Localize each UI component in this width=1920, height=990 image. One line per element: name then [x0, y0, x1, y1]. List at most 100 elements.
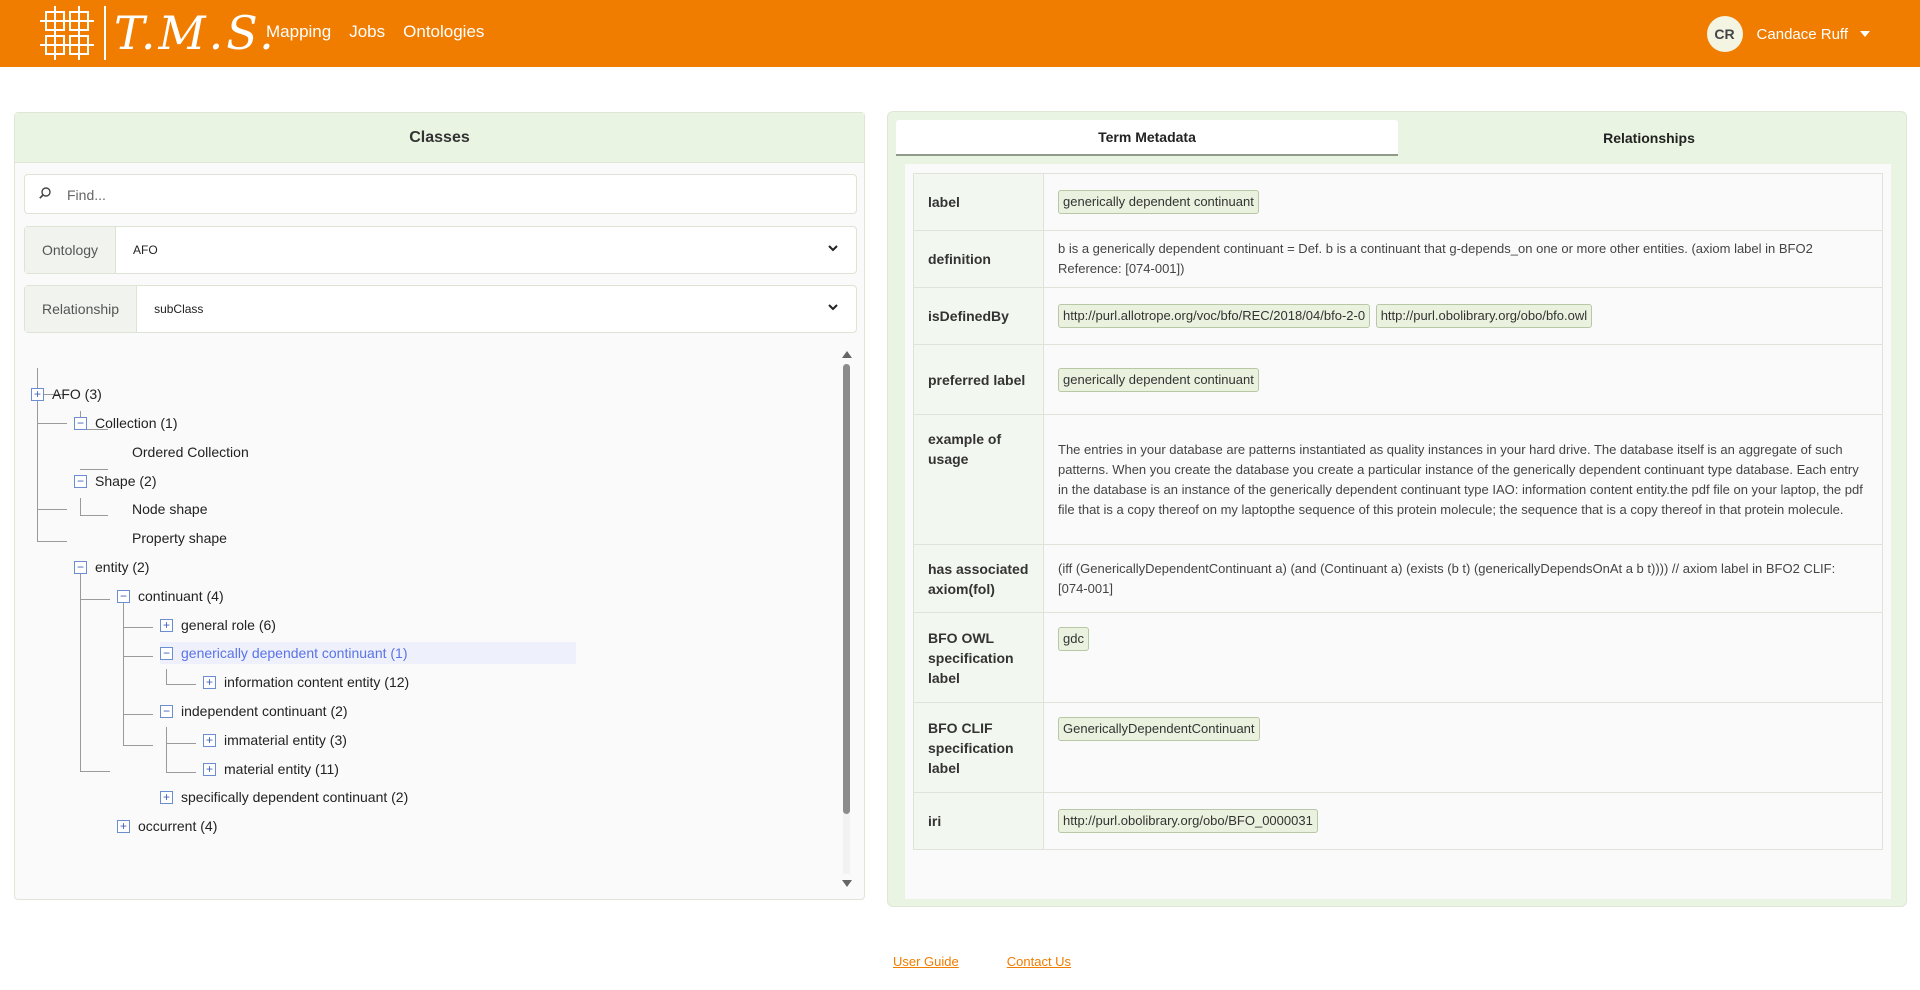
scroll-up-icon[interactable]: [842, 351, 852, 358]
metadata-value: generically dependent continuant: [1043, 173, 1883, 231]
expand-icon[interactable]: +: [160, 618, 173, 632]
collapse-icon[interactable]: −: [74, 560, 87, 574]
expand-icon[interactable]: +: [117, 819, 130, 833]
ontology-label: Ontology: [25, 227, 117, 273]
logo-divider: [104, 6, 106, 60]
value-chip: generically dependent continuant: [1058, 367, 1259, 392]
collapse-icon[interactable]: −: [160, 646, 173, 660]
value-chip: generically dependent continuant: [1058, 190, 1259, 214]
tree-node-sdc[interactable]: + specifically dependent continuant (2): [160, 786, 408, 808]
link-chip[interactable]: http://purl.obolibrary.org/obo/BFO_00000…: [1058, 809, 1318, 833]
term-panel: Term Metadata Relationships label generi…: [887, 111, 1907, 907]
value-chip: gdc: [1058, 627, 1089, 651]
term-tabs: Term Metadata Relationships: [896, 120, 1900, 156]
table-row: definition b is a generically dependent …: [913, 230, 1883, 288]
table-row: preferred label generically dependent co…: [913, 344, 1883, 415]
collapse-icon[interactable]: −: [74, 474, 87, 488]
collapse-icon[interactable]: −: [160, 704, 173, 718]
table-row: label generically dependent continuant: [913, 173, 1883, 231]
expand-icon[interactable]: +: [203, 733, 216, 747]
relationship-select[interactable]: Relationship subClass: [24, 285, 857, 333]
search-icon: [39, 187, 51, 199]
link-chip[interactable]: http://purl.allotrope.org/voc/bfo/REC/20…: [1058, 304, 1371, 328]
metadata-key: definition: [913, 230, 1044, 288]
tree-node-entity[interactable]: − entity (2): [74, 556, 149, 578]
class-tree: + AFO (3) − Collection (1) Ordered Colle…: [29, 349, 849, 889]
contact-us-link[interactable]: Contact Us: [1007, 954, 1071, 969]
chevron-down-icon[interactable]: [828, 243, 838, 253]
metadata-key: isDefinedBy: [913, 287, 1044, 345]
nav-mapping[interactable]: Mapping: [266, 22, 331, 42]
user-name[interactable]: Candace Ruff: [1757, 26, 1848, 43]
metadata-key: iri: [913, 792, 1044, 850]
tree-node-occurrent[interactable]: + occurrent (4): [117, 815, 217, 837]
link-chip[interactable]: http://purl.obolibrary.org/obo/bfo.owl: [1375, 304, 1593, 328]
tree-node-collection[interactable]: − Collection (1): [74, 412, 177, 434]
collapse-icon[interactable]: −: [117, 589, 130, 603]
tree-node-ordered-collection[interactable]: Ordered Collection: [132, 441, 249, 463]
scroll-thumb[interactable]: [843, 364, 850, 814]
metadata-key: BFO CLIF specification label: [913, 702, 1044, 793]
tab-relationships[interactable]: Relationships: [1398, 120, 1900, 156]
logo-grid-icon: [40, 6, 94, 60]
metadata-value: (iff (GenericallyDependentContinuant a) …: [1043, 544, 1883, 613]
search-input[interactable]: [67, 183, 827, 207]
nav-jobs[interactable]: Jobs: [349, 22, 385, 42]
search-box[interactable]: [24, 174, 857, 214]
metadata-value: http://purl.obolibrary.org/obo/BFO_00000…: [1043, 792, 1883, 850]
logo-text: T.M.S.: [114, 6, 277, 60]
classes-panel: Classes Ontology AFO Relationship subCla…: [14, 112, 865, 900]
nav-ontologies[interactable]: Ontologies: [403, 22, 484, 42]
table-row: example of usage The entries in your dat…: [913, 414, 1883, 545]
metadata-value: The entries in your database are pattern…: [1043, 414, 1883, 545]
metadata-key: label: [913, 173, 1044, 231]
value-chip: GenericallyDependentContinuant: [1058, 717, 1260, 741]
tree-node-gdc[interactable]: − generically dependent continuant (1): [160, 642, 576, 664]
collapse-icon[interactable]: −: [74, 416, 87, 430]
user-guide-link[interactable]: User Guide: [893, 954, 959, 969]
ontology-select[interactable]: Ontology AFO: [24, 226, 857, 274]
metadata-key: preferred label: [913, 344, 1044, 415]
metadata-value: http://purl.allotrope.org/voc/bfo/REC/20…: [1043, 287, 1883, 345]
main-nav: Mapping Jobs Ontologies: [266, 22, 484, 42]
expand-icon[interactable]: +: [203, 762, 216, 776]
tree-node-continuant[interactable]: − continuant (4): [117, 585, 224, 607]
tree-node-property-shape[interactable]: Property shape: [132, 527, 227, 549]
ontology-dropdown[interactable]: AFO: [116, 227, 856, 273]
metadata-key: BFO OWL specification label: [913, 612, 1044, 703]
chevron-down-icon[interactable]: [828, 302, 838, 312]
expand-icon[interactable]: +: [31, 387, 44, 401]
metadata-table: label generically dependent continuant d…: [913, 173, 1883, 850]
expand-icon[interactable]: +: [160, 790, 173, 804]
expand-icon[interactable]: +: [203, 675, 216, 689]
tree-node-general-role[interactable]: + general role (6): [160, 614, 276, 636]
user-menu[interactable]: CR Candace Ruff: [1706, 16, 1870, 52]
table-row: has associated axiom(fol) (iff (Generica…: [913, 544, 1883, 613]
metadata-area: label generically dependent continuant d…: [905, 164, 1891, 899]
ontology-value: AFO: [133, 243, 158, 257]
metadata-value: GenericallyDependentContinuant: [1043, 702, 1883, 793]
tree-node-afo[interactable]: + AFO (3): [31, 383, 102, 405]
caret-down-icon[interactable]: [1860, 31, 1870, 37]
relationship-label: Relationship: [25, 286, 138, 332]
tree-node-independent-continuant[interactable]: − independent continuant (2): [160, 700, 348, 722]
tree-scrollbar[interactable]: [841, 349, 852, 889]
table-row: BFO CLIF specification label Generically…: [913, 702, 1883, 793]
tab-term-metadata[interactable]: Term Metadata: [896, 120, 1398, 156]
app-logo[interactable]: T.M.S.: [40, 4, 277, 62]
metadata-key: example of usage: [913, 414, 1044, 545]
metadata-key: has associated axiom(fol): [913, 544, 1044, 613]
tree-node-material-entity[interactable]: + material entity (11): [203, 758, 339, 780]
footer: User Guide Contact Us: [893, 954, 1071, 969]
tree-node-node-shape[interactable]: Node shape: [132, 498, 208, 520]
top-navbar: T.M.S. Mapping Jobs Ontologies CR Candac…: [0, 0, 1920, 67]
table-row: isDefinedBy http://purl.allotrope.org/vo…: [913, 287, 1883, 345]
tree-node-immaterial-entity[interactable]: + immaterial entity (3): [203, 729, 347, 751]
avatar[interactable]: CR: [1706, 16, 1743, 52]
table-row: BFO OWL specification label gdc: [913, 612, 1883, 703]
scroll-down-icon[interactable]: [842, 880, 852, 887]
tree-node-ice[interactable]: + information content entity (12): [203, 671, 409, 693]
classes-title: Classes: [15, 113, 864, 163]
relationship-dropdown[interactable]: subClass: [137, 286, 856, 332]
tree-node-shape[interactable]: − Shape (2): [74, 470, 156, 492]
